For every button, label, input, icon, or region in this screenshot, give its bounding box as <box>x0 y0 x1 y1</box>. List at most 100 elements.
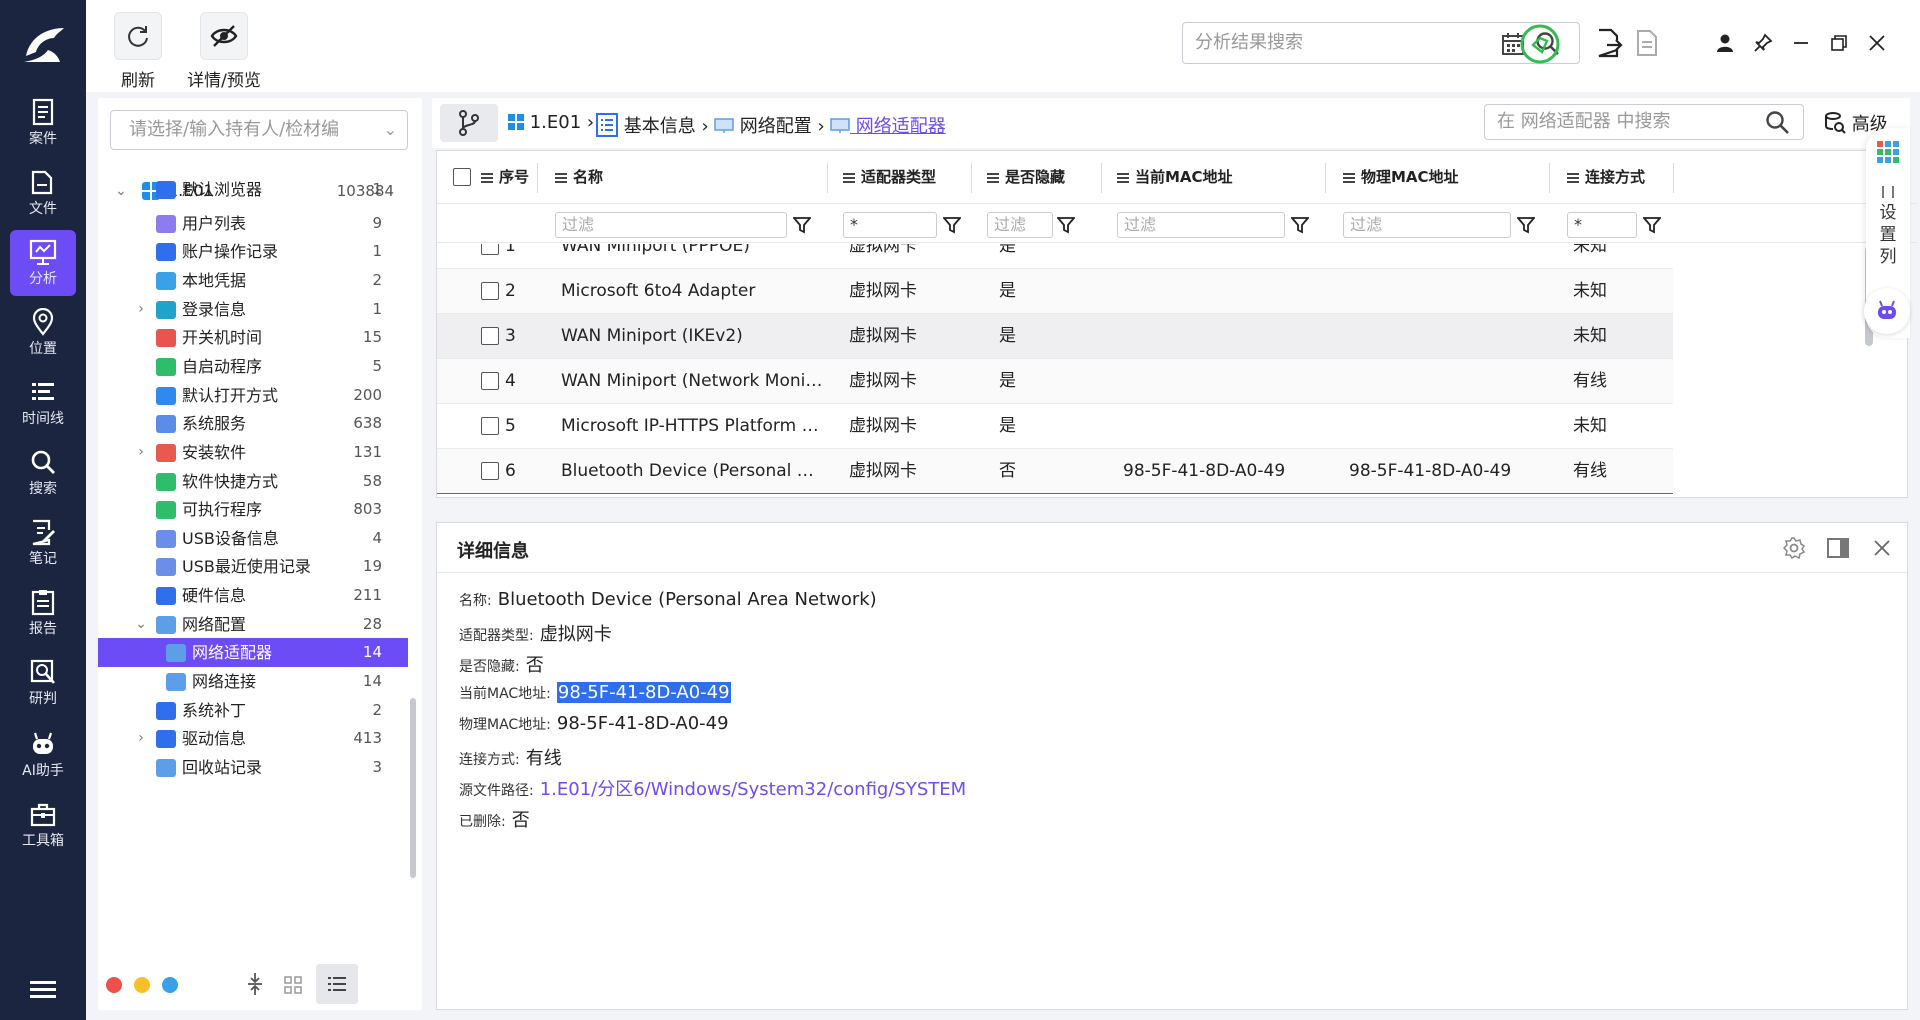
blue-dot-icon[interactable] <box>162 977 178 993</box>
table-row[interactable]: 2 Microsoft 6to4 Adapter 虚拟网卡 是 未知 <box>437 269 1673 314</box>
filter-funnel-icon[interactable] <box>1517 216 1535 234</box>
current-mac-filter-input[interactable]: 过滤 <box>1117 212 1285 238</box>
tree-item[interactable]: USB最近使用记录 19 <box>98 552 408 581</box>
export-button[interactable] <box>1594 28 1624 58</box>
nav-item-note[interactable]: 笔记 <box>10 510 76 576</box>
filter-funnel-icon[interactable] <box>943 216 961 234</box>
nav-item-ai-assistant[interactable]: AI助手 <box>10 722 76 788</box>
column-header-name[interactable]: 名称 <box>555 151 603 203</box>
status-ok-button[interactable] <box>1520 24 1560 64</box>
column-header-hidden[interactable]: 是否隐藏 <box>987 151 1065 203</box>
nav-item-location[interactable]: 位置 <box>10 300 76 366</box>
red-dot-icon[interactable] <box>106 977 122 993</box>
analysis-search-input[interactable] <box>1195 23 1495 61</box>
split-panel-icon[interactable] <box>1827 537 1849 559</box>
set-columns-button[interactable]: 设置列 <box>1878 186 1898 268</box>
hidden-filter-input[interactable]: 过滤 <box>987 212 1053 238</box>
yellow-dot-icon[interactable] <box>134 977 150 993</box>
type-filter-input[interactable]: * <box>843 212 937 238</box>
nav-item-timeline[interactable]: 时间线 <box>10 370 76 436</box>
ai-robot-button[interactable] <box>1864 288 1910 334</box>
nav-item-search[interactable]: 搜索 <box>10 440 76 506</box>
settings-gear-icon[interactable] <box>1783 537 1805 559</box>
close-button[interactable] <box>1862 28 1892 58</box>
filter-funnel-icon[interactable] <box>1057 216 1075 234</box>
grid-view-icon[interactable] <box>284 976 302 994</box>
row-checkbox[interactable] <box>481 417 499 435</box>
detail-preview-button[interactable]: 详情/预览 <box>176 12 272 91</box>
search-icon[interactable] <box>1765 110 1791 136</box>
table-row[interactable]: 3 WAN Miniport (IKEv2) 虚拟网卡 是 未知 <box>437 314 1673 359</box>
chevron-right-icon[interactable]: › <box>134 724 148 753</box>
tree-item[interactable]: 回收站记录 3 <box>98 753 408 782</box>
tree-item[interactable]: 软件快捷方式 58 <box>98 467 408 496</box>
refresh-button[interactable]: 刷新 <box>114 12 162 91</box>
table-row[interactable]: 4 WAN Miniport (Network Monit... 虚拟网卡 是 有线 <box>437 359 1673 404</box>
chevron-right-icon[interactable]: › <box>134 295 148 324</box>
breadcrumb-network-config[interactable]: 网络配置 › <box>714 112 825 138</box>
branch-button[interactable] <box>440 104 498 142</box>
column-header-connection[interactable]: 连接方式 <box>1567 151 1645 203</box>
collapse-all-icon[interactable] <box>246 972 264 996</box>
nav-item-toolbox[interactable]: 工具箱 <box>10 792 76 858</box>
tree-item[interactable]: 开关机时间 15 <box>98 323 408 352</box>
tree-item[interactable]: 网络适配器 14 <box>98 638 408 667</box>
tree-item[interactable]: 可执行程序 803 <box>98 495 408 524</box>
table-row[interactable]: 1 WAN Miniport (PPPOE) 虚拟网卡 是 未知 <box>437 244 1673 269</box>
source-path-link[interactable]: 1.E01/分区6/Windows/System32/config/SYSTEM <box>540 779 966 800</box>
table-row[interactable]: 6 Bluetooth Device (Personal Are... 虚拟网卡 否 9… <box>437 449 1673 494</box>
table-row[interactable]: 5 Microsoft IP-HTTPS Platform A... 虚拟网卡 是 未知 <box>437 404 1673 449</box>
column-header-no[interactable]: 序号 <box>481 151 529 203</box>
close-icon[interactable] <box>1873 539 1891 557</box>
breadcrumb-network-adapter[interactable]: 网络适配器 <box>830 112 946 138</box>
column-header-current-mac[interactable]: 当前MAC地址 <box>1117 151 1233 203</box>
filter-funnel-icon[interactable] <box>1291 216 1309 234</box>
case-owner-select[interactable]: 请选择/输入持有人/检材编 ⌄ <box>110 110 408 150</box>
report-file-button[interactable] <box>1632 28 1662 58</box>
row-checkbox[interactable] <box>481 327 499 345</box>
tree-item[interactable]: › 登录信息 1 <box>98 295 408 324</box>
row-checkbox[interactable] <box>481 462 499 480</box>
nav-item-analysis[interactable]: 分析 <box>10 230 76 296</box>
list-view-button[interactable] <box>316 964 358 1004</box>
tree-item[interactable]: 账户操作记录 1 <box>98 237 408 266</box>
select-all-checkbox[interactable] <box>453 168 471 186</box>
connection-filter-input[interactable]: * <box>1567 212 1637 238</box>
filter-funnel-icon[interactable] <box>1643 216 1661 234</box>
nav-item-judge[interactable]: 研判 <box>10 650 76 716</box>
adapter-search-input[interactable] <box>1497 105 1757 137</box>
tree-item[interactable]: ⌄ 网络配置 28 <box>98 610 408 639</box>
row-checkbox[interactable] <box>481 372 499 390</box>
name-filter-input[interactable]: 过滤 <box>555 212 787 238</box>
column-header-type[interactable]: 适配器类型 <box>843 151 936 203</box>
tree-item[interactable]: › 安装软件 131 <box>98 438 408 467</box>
breadcrumb-evidence[interactable]: 1.E01 › <box>508 112 594 133</box>
menu-icon[interactable] <box>28 978 58 1002</box>
chevron-right-icon[interactable]: › <box>134 438 148 467</box>
tree-item[interactable]: USB设备信息 4 <box>98 524 408 553</box>
nav-item-folder[interactable]: 文件 <box>10 160 76 226</box>
restore-button[interactable] <box>1824 28 1854 58</box>
tree-item[interactable]: 自启动程序 5 <box>98 352 408 381</box>
tree-item[interactable]: 默认打开方式 200 <box>98 381 408 410</box>
tree-item[interactable]: 默认浏览器 1 <box>98 175 408 204</box>
physical-mac-filter-input[interactable]: 过滤 <box>1343 212 1511 238</box>
row-checkbox[interactable] <box>481 282 499 300</box>
apps-grid-icon[interactable] <box>1876 140 1900 164</box>
tree-scrollbar[interactable] <box>410 698 416 878</box>
nav-item-case[interactable]: 案件 <box>10 90 76 156</box>
tree-item[interactable]: 硬件信息 211 <box>98 581 408 610</box>
row-checkbox[interactable] <box>481 244 499 255</box>
nav-item-report[interactable]: 报告 <box>10 580 76 646</box>
column-header-physical-mac[interactable]: 物理MAC地址 <box>1343 151 1459 203</box>
user-button[interactable] <box>1710 28 1740 58</box>
breadcrumb-basic-info[interactable]: 基本信息 › <box>596 112 709 138</box>
pin-button[interactable] <box>1748 28 1778 58</box>
tree-item[interactable]: 用户列表 9 <box>98 209 408 238</box>
tree-item[interactable]: 系统服务 638 <box>98 409 408 438</box>
chevron-down-icon[interactable]: ⌄ <box>134 610 148 639</box>
tree-item[interactable]: › 驱动信息 413 <box>98 724 408 753</box>
tree-item[interactable]: 本地凭据 2 <box>98 266 408 295</box>
filter-funnel-icon[interactable] <box>793 216 811 234</box>
tree-item[interactable]: 系统补丁 2 <box>98 696 408 725</box>
